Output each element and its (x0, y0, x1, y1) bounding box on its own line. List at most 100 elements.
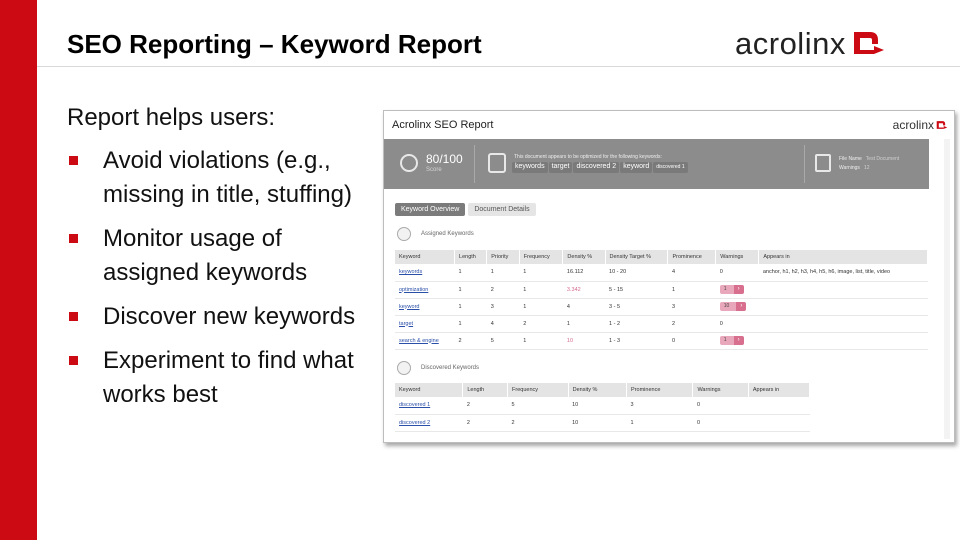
section-title: Discovered Keywords (421, 365, 480, 371)
arrow-right-icon: › (736, 302, 747, 311)
column-header: Priority (486, 250, 520, 264)
report-summary-band: 80/100 Score This document appears to be… (384, 139, 929, 189)
warnings-cell: 10 › (715, 298, 759, 316)
keyword-link[interactable]: optimization (395, 281, 455, 299)
warnings-count: 1 (719, 336, 734, 345)
table-cell (758, 281, 928, 299)
table-cell: 1 (454, 298, 487, 316)
table-cell: 2 (486, 281, 520, 299)
discovered-keywords-icon (397, 361, 411, 375)
warnings-label: Warnings (839, 165, 860, 171)
table-cell: 10 (562, 332, 606, 350)
assigned-keywords-icon (397, 227, 411, 241)
warnings-button[interactable]: 1 › (719, 336, 744, 345)
warnings-cell: 1 › (715, 281, 759, 299)
keyword-link[interactable]: keywords (395, 264, 455, 282)
keyword-chip: keyword (620, 162, 653, 173)
table-cell: 1 (519, 298, 563, 316)
report-header: Acrolinx SEO Report acrolinx (384, 111, 954, 139)
table-cell: 3 - 5 (605, 298, 668, 316)
table-cell: 4 (486, 315, 520, 333)
score-icon (400, 154, 418, 172)
table-cell: 3 (626, 397, 693, 415)
table-cell (748, 414, 810, 432)
keyword-chip: discovered 1 (653, 162, 688, 173)
table-cell: 10 (568, 397, 627, 415)
table-cell: 1 (562, 315, 606, 333)
file-name-value: Test Document (865, 156, 900, 162)
bullet-marker-icon (69, 156, 78, 165)
tab-document-details[interactable]: Document Details (468, 203, 536, 216)
column-header: Warnings (715, 250, 760, 264)
tab-keyword-overview[interactable]: Keyword Overview (395, 203, 466, 216)
table-cell: 1 (519, 281, 563, 299)
table-cell: 5 (507, 397, 569, 415)
report-logo: acrolinx (893, 118, 948, 132)
keyword-chip: target (548, 162, 573, 173)
table-cell (758, 298, 928, 316)
arrow-right-icon: › (733, 285, 744, 294)
acrolinx-logo: acrolinx (735, 27, 886, 59)
keyword-link[interactable]: search & engine (395, 332, 455, 350)
table-row: discovered 2 2 2 10 1 0 (395, 414, 810, 432)
bullet-text: Avoid violations (e.g., missing in title… (103, 147, 352, 208)
column-header: Prominence (626, 383, 694, 397)
file-meta: File Name Test Document Warnings 12 (839, 155, 899, 173)
table-cell: 1 (454, 281, 487, 299)
table-cell: 1 - 2 (605, 315, 668, 333)
column-header: Prominence (667, 250, 717, 264)
assigned-keywords-heading: Assigned Keywords (397, 227, 474, 241)
acrolinx-logo-icon (936, 121, 948, 129)
bullet-marker-icon (69, 312, 78, 321)
table-cell: anchor, h1, h2, h3, h4, h5, h6, image, l… (758, 264, 928, 282)
bullet-text: Experiment to find what works best (103, 347, 354, 408)
table-cell: 2 (507, 414, 569, 432)
bullet-item: Monitor usage of assigned keywords (67, 222, 377, 290)
logo-text: acrolinx (735, 25, 846, 61)
table-cell: 2 (462, 414, 508, 432)
file-name-label: File Name (839, 156, 862, 162)
table-cell: 2 (519, 315, 563, 333)
table-cell: 1 (519, 332, 563, 350)
warnings-count: 10 (719, 302, 737, 311)
report-title: Acrolinx SEO Report (392, 119, 494, 131)
bullet-marker-icon (69, 234, 78, 243)
keyword-link[interactable]: keyword (395, 298, 455, 316)
table-cell: 0 (692, 397, 749, 415)
keyword-link[interactable]: discovered 2 (395, 414, 463, 432)
bullet-marker-icon (69, 356, 78, 365)
column-header: Appears in (748, 383, 811, 397)
keyword-link[interactable]: discovered 1 (395, 397, 463, 415)
table-row: optimization 1 2 1 3.342 5 - 15 1 1 › (395, 281, 928, 299)
table-cell: 1 (486, 264, 520, 282)
score-label: Score (426, 167, 442, 173)
assigned-keywords-table: Keyword Length Priority Frequency Density % D… (395, 250, 928, 350)
warnings-button[interactable]: 1 › (719, 285, 744, 294)
bullet-list: Avoid violations (e.g., missing in title… (67, 144, 377, 422)
table-cell: 2 (667, 315, 716, 333)
column-header: Length (462, 383, 509, 397)
table-row: discovered 1 2 5 10 3 0 (395, 397, 810, 415)
table-cell (758, 332, 928, 350)
column-header: Density % (568, 383, 628, 397)
column-header: Keyword (395, 250, 456, 264)
warnings-count: 1 (719, 285, 734, 294)
table-cell: 5 - 15 (605, 281, 668, 299)
optimized-keywords: keywords target discovered 2 keyword dis… (512, 162, 688, 173)
seo-report-screenshot: Acrolinx SEO Report acrolinx 80/100 Scor… (383, 110, 955, 443)
table-cell: 1 (519, 264, 563, 282)
warnings-button[interactable]: 10 › (719, 302, 747, 311)
table-cell: 5 (486, 332, 520, 350)
column-header: Density Target % (605, 250, 669, 264)
report-scrollbar[interactable] (944, 139, 950, 439)
keyword-chip: keywords (512, 162, 548, 173)
keyword-link[interactable]: target (395, 315, 455, 333)
report-logo-text: acrolinx (892, 118, 934, 132)
discovered-keywords-table: Keyword Length Frequency Density % Prominenc… (395, 383, 811, 432)
warnings-value: 12 (863, 165, 870, 171)
table-row: target 1 4 2 1 1 - 220 (395, 315, 928, 333)
table-cell: 2 (462, 397, 508, 415)
optimized-text: This document appears to be optimized fo… (514, 154, 662, 160)
discovered-keywords-heading: Discovered Keywords (397, 361, 479, 375)
table-cell: 0 (692, 414, 749, 432)
